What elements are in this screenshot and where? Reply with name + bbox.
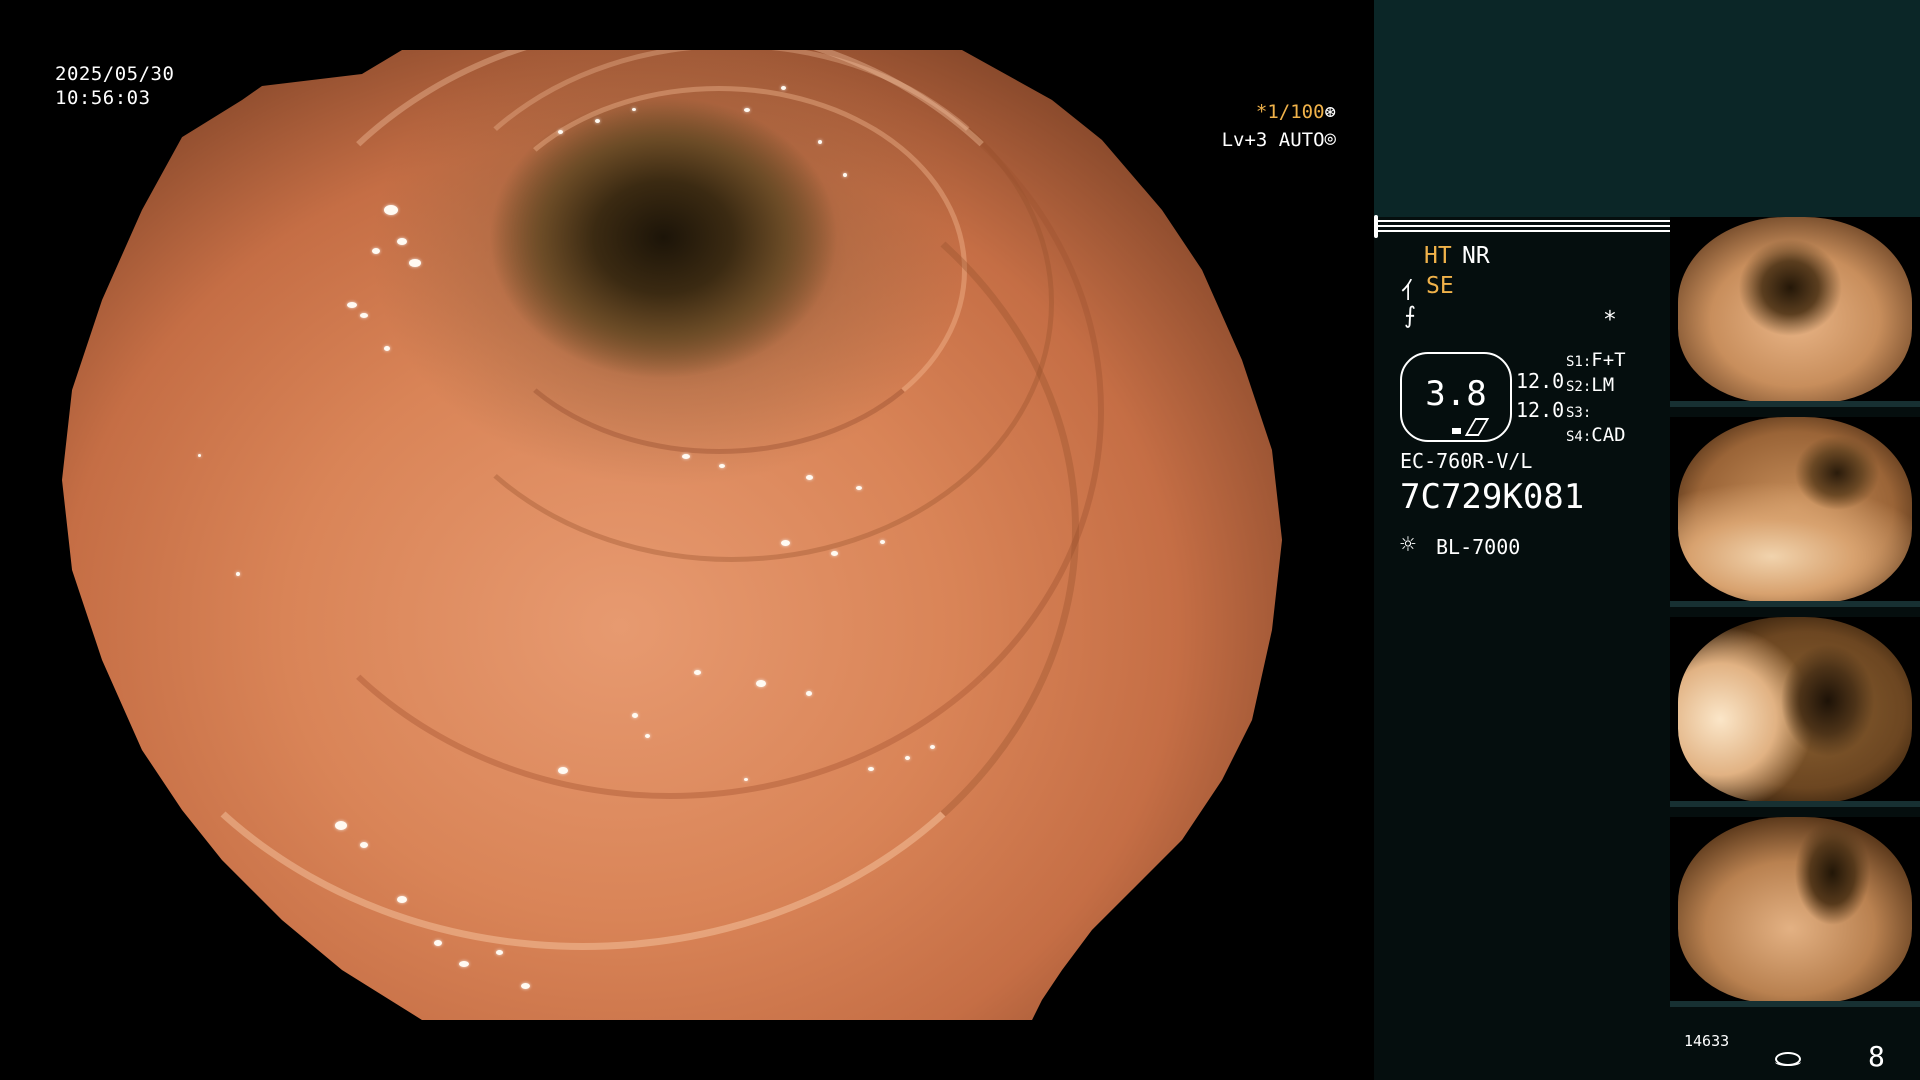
zoom-value: 3.8	[1425, 374, 1487, 414]
switch-slot-3: S3:	[1566, 400, 1591, 422]
specular-glint	[334, 820, 347, 830]
switch-slot-2: S2:LM	[1566, 374, 1614, 396]
slot-key: S4:	[1566, 429, 1592, 445]
light-source-label: BL-7000	[1436, 535, 1521, 559]
exposure-readout: *1/100⊛ Lv+3 AUTO⌾	[1222, 98, 1336, 154]
storage-disk-icon	[1775, 1052, 1801, 1066]
endoscopic-image	[62, 50, 1283, 1020]
asterisk-icon: *	[1603, 307, 1617, 333]
specular-glint	[855, 486, 862, 490]
thumbnail-image	[1678, 417, 1912, 603]
captured-thumbnail[interactable]	[1670, 417, 1920, 607]
panel-header	[1374, 0, 1920, 217]
date-label: 2025/05/30	[55, 63, 175, 85]
specular-glint	[384, 345, 391, 351]
shutter-label: *1/100	[1255, 101, 1325, 123]
slot-value: F+T	[1591, 349, 1626, 371]
specular-glint	[830, 550, 838, 556]
mode-se-label: SE	[1426, 273, 1454, 299]
slot-value: LM	[1591, 374, 1615, 396]
light-source-icon: ☼	[1400, 530, 1416, 560]
setting-value-2: 12.0	[1516, 398, 1565, 422]
specular-glint	[744, 108, 750, 112]
time-label: 10:56:03	[55, 87, 151, 109]
specular-glint	[458, 961, 469, 968]
thumbnail-image	[1678, 217, 1912, 403]
setting-value-1: 12.0	[1516, 369, 1565, 393]
mucosal-fold	[86, 108, 1079, 951]
slot-key: S1:	[1566, 354, 1592, 370]
page-number: 8	[1868, 1040, 1885, 1073]
thumbnail-bar	[1670, 601, 1920, 607]
endoscope-main-view: 2025/05/30 10:56:03 *1/100⊛ Lv+3 AUTO⌾	[0, 0, 1374, 1080]
thumbnail-image	[1678, 617, 1912, 803]
enhance-icon: ⨍	[1404, 303, 1416, 329]
specular-glint	[359, 313, 368, 319]
specular-glint	[558, 766, 568, 774]
captured-thumbnail[interactable]	[1670, 217, 1920, 407]
brightness-level: Lv+3 AUTO⌾	[1222, 126, 1336, 154]
slot-value: CAD	[1591, 424, 1626, 446]
specular-glint	[520, 982, 530, 989]
frame-counter: 14633	[1684, 1032, 1730, 1050]
specular-glint	[682, 453, 690, 459]
captured-thumbnail[interactable]	[1670, 617, 1920, 807]
level-label: Lv+3	[1221, 129, 1268, 151]
zoom-indicator: 3.8	[1400, 352, 1512, 442]
specular-glint	[868, 766, 874, 771]
specular-glint	[558, 129, 563, 134]
iris-icon: ⌾	[1324, 129, 1336, 151]
shutter-speed: *1/100⊛	[1222, 98, 1336, 126]
iris-label: AUTO	[1278, 129, 1325, 151]
specular-glint	[496, 950, 503, 956]
mode-ht-label: HT	[1424, 243, 1452, 269]
switch-slot-1: S1:F+T	[1566, 349, 1626, 371]
slot-key: S2:	[1566, 379, 1592, 395]
specular-glint	[694, 669, 702, 675]
switch-slot-4: S4:CAD	[1566, 424, 1626, 446]
thumbnail-bar	[1670, 801, 1920, 807]
mode-nr-label: NR	[1462, 243, 1490, 269]
scope-tip-icon	[1464, 418, 1490, 436]
settings-list-icon	[1374, 215, 1917, 238]
structure-enhance-icon: ⺅	[1401, 278, 1424, 304]
slot-key: S3:	[1566, 405, 1592, 421]
specular-glint	[396, 237, 407, 245]
scope-model-label: EC-760R-V/L	[1400, 449, 1533, 473]
specular-glint	[843, 172, 848, 177]
thumbnail-image	[1678, 817, 1912, 1003]
thumbnail-bar	[1670, 401, 1920, 407]
specular-glint	[434, 939, 442, 946]
zoom-bar-icon	[1452, 428, 1461, 434]
thumbnail-bar	[1670, 1001, 1920, 1007]
scope-serial-label: 7C729K081	[1400, 477, 1585, 517]
specular-glint	[595, 118, 601, 123]
datetime-readout: 2025/05/30 10:56:03	[55, 62, 174, 110]
specular-glint	[744, 777, 748, 781]
captured-thumbnail[interactable]	[1670, 817, 1920, 1007]
shutter-wheel-icon: ⊛	[1324, 101, 1336, 123]
